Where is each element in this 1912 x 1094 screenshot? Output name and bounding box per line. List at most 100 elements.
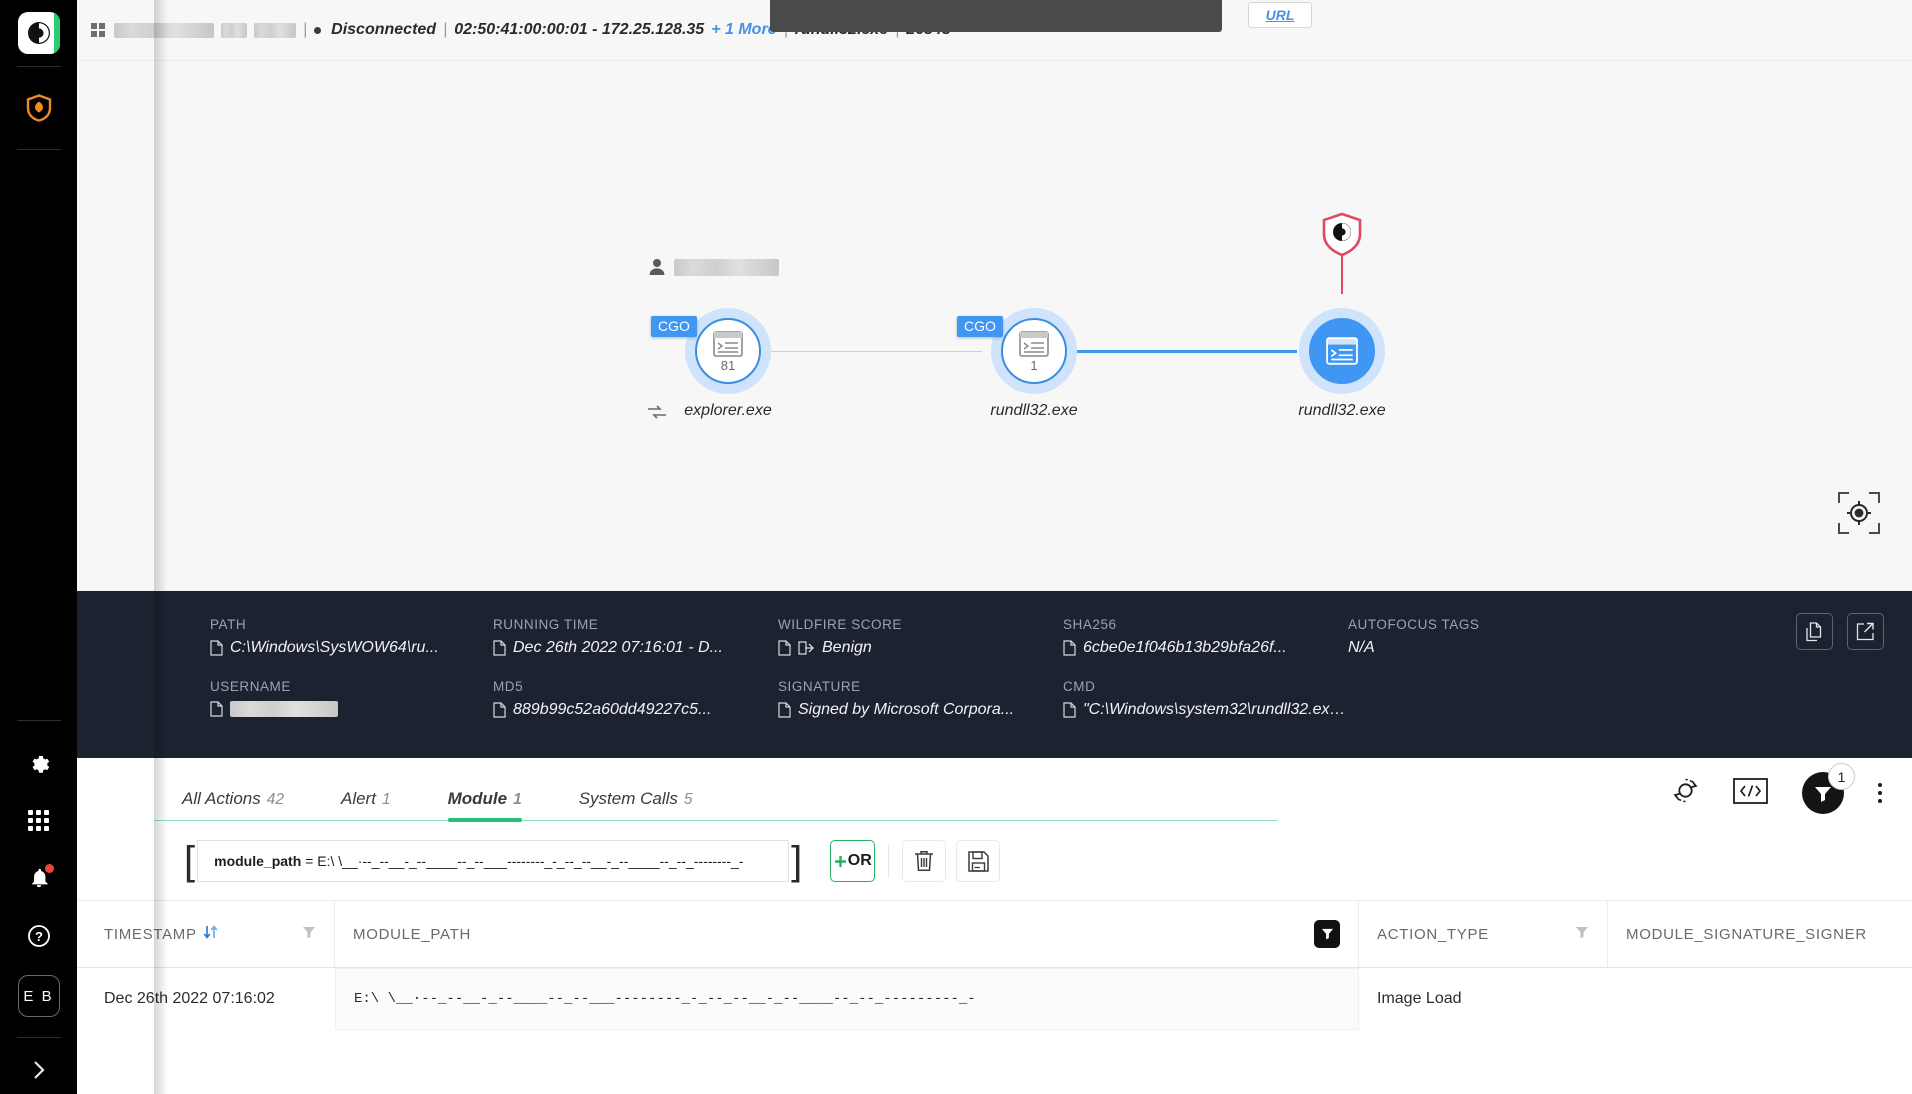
- query-builder: [ module_path = E:\ \__·--_--__-_--____-…: [77, 822, 1912, 900]
- gear-icon[interactable]: [17, 742, 61, 782]
- user-icon: [649, 259, 665, 275]
- actions-table: TIMESTAMP MODULE_PATH ACTION_TYPE MODULE…: [77, 900, 1912, 1094]
- cell-action-type: Image Load: [1377, 990, 1462, 1007]
- cgo-badge: CGO: [651, 316, 697, 337]
- save-filter-button[interactable]: [956, 840, 1001, 882]
- field-label: CMD: [1063, 679, 1096, 694]
- rail-divider-2: [16, 149, 61, 150]
- copy-details-button[interactable]: [1796, 613, 1833, 650]
- column-filter-timestamp[interactable]: [302, 926, 316, 943]
- field-value[interactable]: 6cbe0e1f046b13b29bfa26f...: [1083, 639, 1287, 657]
- bell-icon[interactable]: [17, 858, 61, 898]
- tab-alert[interactable]: Alert 1: [341, 789, 391, 822]
- hostname-redacted: [114, 22, 214, 38]
- process-tree-canvas[interactable]: CGO 81 explorer.exe CGO 1 rundll32.exe r…: [77, 60, 1912, 591]
- external-verdict-icon: [798, 641, 814, 655]
- field-label: RUNNING TIME: [493, 617, 599, 632]
- connection-status: Disconnected: [331, 21, 437, 38]
- cortex-logo-icon[interactable]: [17, 12, 60, 54]
- doc-icon: [778, 640, 791, 656]
- app-grid-icon[interactable]: [91, 23, 105, 37]
- tab-module[interactable]: Module 1: [447, 789, 522, 822]
- hostname-redacted-3: [254, 22, 296, 38]
- process-detail-panel: PATH C:\Windows\SysWOW64\ru... RUNNING T…: [77, 591, 1912, 758]
- node-ring: 81: [685, 308, 771, 394]
- grid-apps-icon[interactable]: [17, 800, 61, 840]
- sort-arrows-icon[interactable]: [203, 925, 218, 939]
- cell-module-signature-signer: [1608, 968, 1912, 1030]
- field-value[interactable]: C:\Windows\SysWOW64\ru...: [230, 639, 439, 657]
- node-child-count: 1: [1030, 357, 1038, 373]
- node-label: rundll32.exe: [990, 402, 1078, 419]
- process-node-explorer[interactable]: CGO 81 explorer.exe: [648, 308, 772, 419]
- column-filter-module-path[interactable]: [1314, 920, 1340, 948]
- funnel-icon: [1815, 786, 1831, 802]
- doc-icon: [210, 640, 223, 656]
- column-header-action-type[interactable]: ACTION_TYPE: [1359, 900, 1608, 968]
- column-header-module-path[interactable]: MODULE_PATH: [335, 900, 1359, 968]
- status-dot-icon: [314, 26, 322, 34]
- filter-value: E:\ \__·--_--__-_--____--_--___--------_…: [317, 853, 744, 869]
- field-value[interactable]: Dec 26th 2022 07:16:01 - D...: [513, 639, 723, 657]
- field-value-row: 6cbe0e1f046b13b29bfa26f...: [1063, 639, 1348, 657]
- field-label: SIGNATURE: [778, 679, 861, 694]
- field-label: MD5: [493, 679, 524, 694]
- filter-operator: =: [305, 853, 314, 869]
- detail-actions: [1796, 613, 1884, 650]
- chevron-right-icon[interactable]: [17, 1050, 61, 1090]
- tab-label: All Actions: [182, 789, 261, 808]
- refresh-icon[interactable]: [1672, 777, 1699, 809]
- trash-icon: [915, 851, 934, 871]
- node-ring: 1: [991, 308, 1077, 394]
- detail-field-path: PATH C:\Windows\SysWOW64\ru...: [210, 617, 493, 657]
- field-value-row: "C:\Windows\system32\rundll32.exe" \__·-…: [1063, 701, 1348, 719]
- open-in-new-tab-button[interactable]: [1847, 613, 1884, 650]
- field-label: PATH: [210, 617, 247, 632]
- column-header-timestamp[interactable]: TIMESTAMP: [77, 900, 335, 968]
- tab-label: Alert: [340, 789, 376, 808]
- tab-count: 1: [513, 791, 522, 808]
- avatar[interactable]: E B: [17, 975, 60, 1017]
- column-header-module-signature-signer[interactable]: MODULE_SIGNATURE_SIGNER: [1608, 900, 1912, 968]
- add-or-button[interactable]: OR: [830, 840, 876, 882]
- column-filter-action-type[interactable]: [1575, 926, 1589, 943]
- filter-chip[interactable]: module_path = E:\ \__·--_--__-_--____--_…: [197, 840, 790, 882]
- field-value[interactable]: Signed by Microsoft Corpora...: [798, 701, 1014, 719]
- code-icon[interactable]: [1733, 777, 1768, 809]
- detail-field-sha256: SHA256 6cbe0e1f046b13b29bfa26f...: [1063, 617, 1348, 657]
- field-value-row: [210, 701, 493, 717]
- help-circle-icon[interactable]: ?: [17, 916, 61, 956]
- detail-field-grid: PATH C:\Windows\SysWOW64\ru... RUNNING T…: [210, 617, 1912, 719]
- field-value: N/A: [1348, 639, 1375, 656]
- node-ring: [1299, 308, 1385, 394]
- tab-system-calls[interactable]: System Calls 5: [579, 789, 693, 822]
- main-area: URL | Disconnected | 02:50:41:00:00:01 -…: [77, 0, 1912, 1094]
- or-label: OR: [847, 852, 872, 869]
- node-disc: 1: [1001, 318, 1067, 384]
- tab-count: 42: [266, 791, 284, 808]
- field-value[interactable]: "C:\Windows\system32\rundll32.exe" \__·-…: [1083, 701, 1348, 719]
- field-value[interactable]: Benign: [822, 639, 872, 657]
- process-node-rundll32-parent[interactable]: CGO 1 rundll32.exe: [957, 308, 1078, 419]
- filter-button[interactable]: 1: [1802, 763, 1855, 814]
- more-vertical-icon[interactable]: [1878, 783, 1882, 803]
- doc-icon: [493, 640, 506, 656]
- actions-tab-bar: All Actions 42 Alert 1 Module 1 System Call…: [77, 758, 1912, 822]
- username-redacted: [230, 701, 338, 717]
- process-node-rundll32-selected[interactable]: rundll32.exe: [1298, 212, 1386, 419]
- url-button[interactable]: URL: [1248, 2, 1312, 28]
- field-value[interactable]: 889b99c52a60dd49227c5...: [513, 701, 711, 719]
- node-child-count: 81: [720, 357, 736, 373]
- sidebar-item-incidents[interactable]: [17, 88, 61, 128]
- avatar-initials: E B: [23, 987, 54, 1005]
- column-label: TIMESTAMP: [104, 925, 218, 943]
- field-value-row: 889b99c52a60dd49227c5...: [493, 701, 778, 719]
- table-row[interactable]: Dec 26th 2022 07:16:02 E:\ \__·--_--__-_…: [77, 968, 1912, 1030]
- delete-filter-button[interactable]: [902, 840, 947, 882]
- doc-icon: [778, 702, 791, 718]
- column-label: MODULE_PATH: [353, 925, 471, 943]
- more-link[interactable]: + 1 More: [711, 21, 776, 39]
- focus-target-icon[interactable]: [1838, 492, 1880, 539]
- detail-field-username: USERNAME: [210, 679, 493, 719]
- tab-all-actions[interactable]: All Actions 42: [182, 789, 284, 822]
